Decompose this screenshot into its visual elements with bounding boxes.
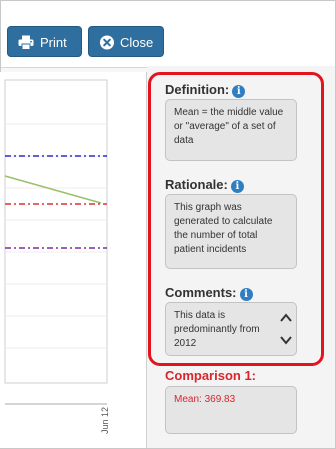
- comparison-value: Mean: 369.83: [174, 394, 236, 405]
- info-icon[interactable]: i: [230, 180, 244, 193]
- chart-panel: Jun 12: [0, 72, 147, 448]
- print-button-label: Print: [40, 35, 67, 50]
- close-circle-icon: [99, 35, 115, 50]
- info-icon[interactable]: i: [239, 288, 253, 301]
- rationale-box: This graph was generated to calculate th…: [165, 194, 297, 269]
- print-button[interactable]: Print: [7, 26, 82, 57]
- comparison-heading: Comparison 1:: [165, 368, 257, 383]
- chevron-down-icon[interactable]: [280, 335, 292, 345]
- printer-icon: [18, 35, 34, 50]
- comments-title: Comments:: [165, 285, 237, 300]
- x-tick-label: Jun 12: [100, 407, 110, 434]
- comments-textarea[interactable]: This data is predominantly from 2012: [165, 302, 297, 356]
- chevron-up-icon[interactable]: [280, 313, 292, 323]
- plot-area: [4, 79, 108, 384]
- definition-box: Mean = the middle value or "average" of …: [165, 99, 297, 161]
- definition-text: Mean = the middle value or "average" of …: [174, 107, 284, 146]
- close-button[interactable]: Close: [88, 26, 164, 57]
- close-button-label: Close: [120, 35, 154, 50]
- definition-heading: Definition: i: [165, 82, 246, 98]
- comments-heading: Comments: i: [165, 285, 253, 301]
- info-icon[interactable]: i: [232, 85, 246, 98]
- definition-title: Definition:: [165, 82, 230, 97]
- comparison-box: Mean: 369.83: [165, 386, 297, 434]
- comments-text: This data is predominantly from 2012: [174, 310, 260, 349]
- chart-canvas: Jun 12: [4, 79, 110, 434]
- rationale-text: This graph was generated to calculate th…: [174, 202, 273, 255]
- toolbar: Print Close: [1, 1, 335, 68]
- rationale-heading: Rationale: i: [165, 177, 244, 193]
- rationale-title: Rationale:: [165, 177, 228, 192]
